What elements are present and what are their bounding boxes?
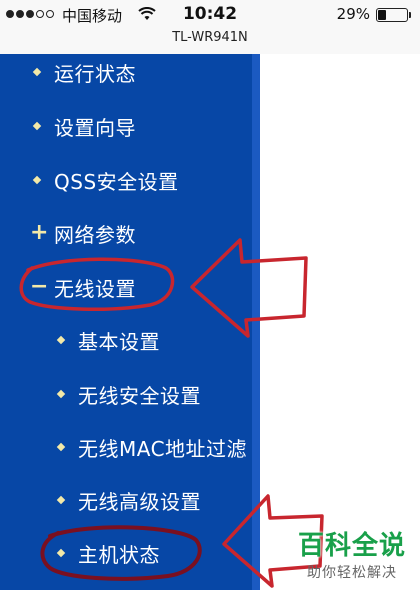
bullet-icon (56, 495, 66, 505)
watermark-logo: 百科全说 助你轻松解决 (298, 525, 406, 582)
plus-icon: + (30, 220, 49, 245)
bullet-icon (32, 175, 42, 185)
watermark-subtitle: 助你轻松解决 (306, 565, 397, 581)
nav-item-label: QSS安全设置 (54, 169, 179, 194)
battery-fill (378, 10, 387, 20)
watermark-title: 百科全说 (297, 531, 406, 561)
nav-item-label: 运行状态 (54, 61, 136, 86)
nav-item-wireless-settings[interactable]: − 无线设置 (30, 271, 136, 303)
nav-item-label: 基本设置 (78, 329, 160, 354)
nav-subitem-basic-settings[interactable]: 基本设置 (56, 324, 160, 356)
minus-icon: − (30, 274, 49, 299)
nav-subitem-host-status[interactable]: 主机状态 (56, 537, 160, 569)
battery-icon (376, 8, 411, 22)
nav-subitem-wireless-advanced[interactable]: 无线高级设置 (56, 484, 201, 516)
nav-item-label: 无线高级设置 (78, 489, 201, 514)
bullet-icon (32, 121, 42, 131)
bullet-icon (56, 548, 66, 558)
bullet-icon (56, 442, 66, 452)
nav-item-setup-wizard[interactable]: 设置向导 (32, 110, 136, 142)
nav-subitem-mac-filter[interactable]: 无线MAC地址过滤 (56, 431, 248, 463)
page-title-bar[interactable]: TL-WR941N (0, 30, 420, 54)
nav-item-label: 无线MAC地址过滤 (78, 436, 248, 461)
status-bar: 中国移动 10:42 29% (0, 0, 420, 30)
nav-item-running-status[interactable]: 运行状态 (32, 56, 136, 88)
bullet-icon (32, 67, 42, 77)
bullet-icon (56, 335, 66, 345)
nav-item-label: 设置向导 (54, 115, 136, 140)
page-title: TL-WR941N (172, 30, 248, 45)
nav-panel-edge (252, 54, 260, 590)
battery-percentage: 29% (336, 5, 370, 23)
nav-subitem-wireless-security[interactable]: 无线安全设置 (56, 378, 201, 410)
nav-item-label: 主机状态 (78, 542, 160, 567)
nav-item-qss-security[interactable]: QSS安全设置 (32, 164, 179, 196)
nav-item-network-params[interactable]: + 网络参数 (30, 217, 136, 249)
nav-item-label: 网络参数 (54, 222, 136, 247)
bullet-icon (56, 389, 66, 399)
nav-item-label: 无线设置 (54, 276, 136, 301)
nav-item-label: 无线安全设置 (78, 383, 201, 408)
